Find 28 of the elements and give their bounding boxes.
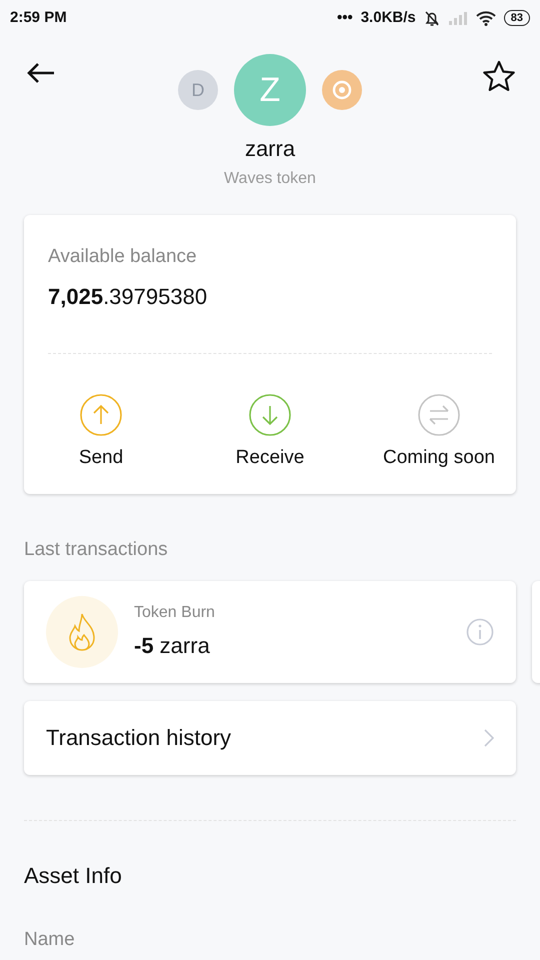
network-speed: 3.0KB/s: [360, 8, 416, 28]
battery-level: 83: [504, 10, 530, 26]
action-button[interactable]: Coming soon: [364, 394, 514, 472]
wifi-icon: [476, 10, 496, 26]
transaction-amount: -5 zarra: [134, 632, 211, 660]
asset-type: Waves token: [223, 169, 317, 189]
section-title: Last transactions: [24, 538, 169, 562]
signal-icon: [448, 11, 468, 25]
token-avatar: D: [178, 70, 218, 110]
action-button[interactable]: Send: [26, 394, 176, 472]
balance-amount: 7,025.39795380: [48, 282, 208, 310]
status-time: 2:59 PM: [10, 8, 67, 28]
swap-icon: [418, 394, 460, 436]
token-avatar: Z: [234, 54, 306, 126]
field-label: Name: [24, 928, 76, 952]
star-icon[interactable]: [482, 60, 516, 92]
status-more: •••: [336, 8, 353, 28]
balance-label: Available balance: [48, 245, 198, 269]
action-button[interactable]: Receive: [195, 394, 345, 472]
section-title: Asset Info: [24, 862, 123, 890]
back-arrow-icon[interactable]: [26, 62, 56, 84]
asset-name: zarra: [244, 135, 296, 163]
coin-icon: [322, 70, 362, 110]
transaction-type: Token Burn: [134, 603, 215, 623]
bell-off-icon: [424, 10, 440, 26]
transaction-card[interactable]: Token Burn -5 zarra: [24, 580, 516, 682]
transaction-history-link[interactable]: Transaction history: [24, 700, 516, 774]
chevron-right-icon: [484, 728, 494, 746]
